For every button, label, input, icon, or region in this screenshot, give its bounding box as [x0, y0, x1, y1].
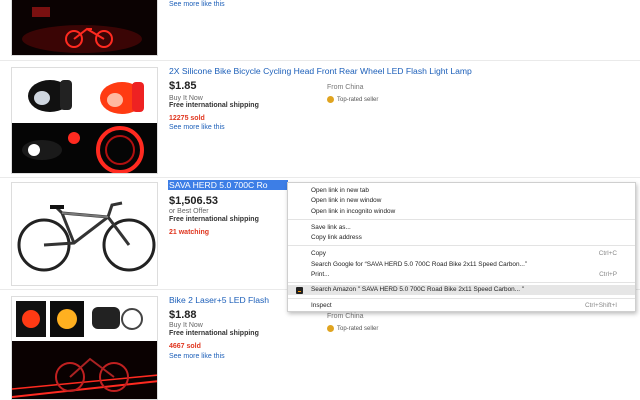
listing-origin: From China: [327, 84, 364, 91]
menu-item-open-new-tab[interactable]: Open link in new tab: [288, 186, 635, 196]
listing-sold-count: 12275 sold: [169, 115, 205, 122]
divider: [0, 177, 640, 178]
listing-watching-count: 21 watching: [169, 229, 210, 236]
menu-item-search-google[interactable]: Search Google for “SAVA HERD 5.0 700C Ro…: [288, 260, 635, 270]
see-more-link[interactable]: See more like this: [169, 124, 225, 131]
amazon-extension-icon: [296, 287, 303, 294]
listing-format: or Best Offer: [169, 208, 209, 215]
top-rated-seller-label: Top-rated seller: [337, 325, 379, 332]
see-more-link[interactable]: See more like this: [169, 1, 225, 8]
menu-separator: [288, 219, 635, 220]
selected-listing-title[interactable]: SAVA HERD 5.0 700C Ro: [168, 180, 288, 190]
menu-item-inspect[interactable]: Inspect Ctrl+Shift+I: [288, 301, 635, 311]
listing-format: Buy It Now: [169, 95, 203, 102]
listing-image-laser-led[interactable]: [11, 296, 158, 400]
menu-separator: [288, 298, 635, 299]
listing-title-link[interactable]: Bike 2 Laser+5 LED Flash: [169, 295, 269, 305]
top-rated-seller-badge: Top-rated seller: [327, 325, 378, 332]
menu-item-print[interactable]: Print... Ctrl+P: [288, 270, 635, 280]
listing-shipping: Free international shipping: [169, 330, 259, 337]
menu-item-open-new-window[interactable]: Open link in new window: [288, 196, 635, 206]
listing-price: $1.88: [169, 309, 197, 321]
laser-light-photo: [12, 0, 157, 55]
listing-title-link[interactable]: 2X Silicone Bike Bicycle Cycling Head Fr…: [169, 66, 472, 76]
listing-price: $1,506.53: [169, 195, 218, 207]
silicone-lights-photo: [12, 68, 157, 173]
top-rated-seller-label: Top-rated seller: [337, 96, 379, 103]
listing-price: $1.85: [169, 80, 197, 92]
menu-separator: [288, 282, 635, 283]
top-rated-seller-badge: Top-rated seller: [327, 96, 378, 103]
medal-icon: [327, 96, 334, 103]
listing-image-laser-light-top[interactable]: [11, 0, 158, 56]
listing-origin: From China: [327, 313, 364, 320]
menu-item-save-link-as[interactable]: Save link as...: [288, 223, 635, 233]
context-menu: Open link in new tab Open link in new wi…: [287, 182, 636, 312]
listing-sold-count: 4667 sold: [169, 343, 201, 350]
menu-item-search-amazon[interactable]: Search Amazon " SAVA HERD 5.0 700C Road …: [288, 285, 635, 295]
laser-led-photo: [12, 297, 157, 399]
listing-image-silicone-lights[interactable]: [11, 67, 158, 174]
menu-item-copy[interactable]: Copy Ctrl+C: [288, 249, 635, 259]
see-more-link[interactable]: See more like this: [169, 353, 225, 360]
medal-icon: [327, 325, 334, 332]
divider: [0, 60, 640, 61]
listing-shipping: Free international shipping: [169, 216, 259, 223]
menu-separator: [288, 245, 635, 246]
listing-image-road-bike[interactable]: [11, 182, 158, 286]
menu-item-copy-link-address[interactable]: Copy link address: [288, 233, 635, 243]
road-bike-photo: [12, 183, 157, 285]
listing-shipping: Free international shipping: [169, 102, 259, 109]
menu-item-open-incognito[interactable]: Open link in incognito window: [288, 207, 635, 217]
listing-format: Buy It Now: [169, 322, 203, 329]
